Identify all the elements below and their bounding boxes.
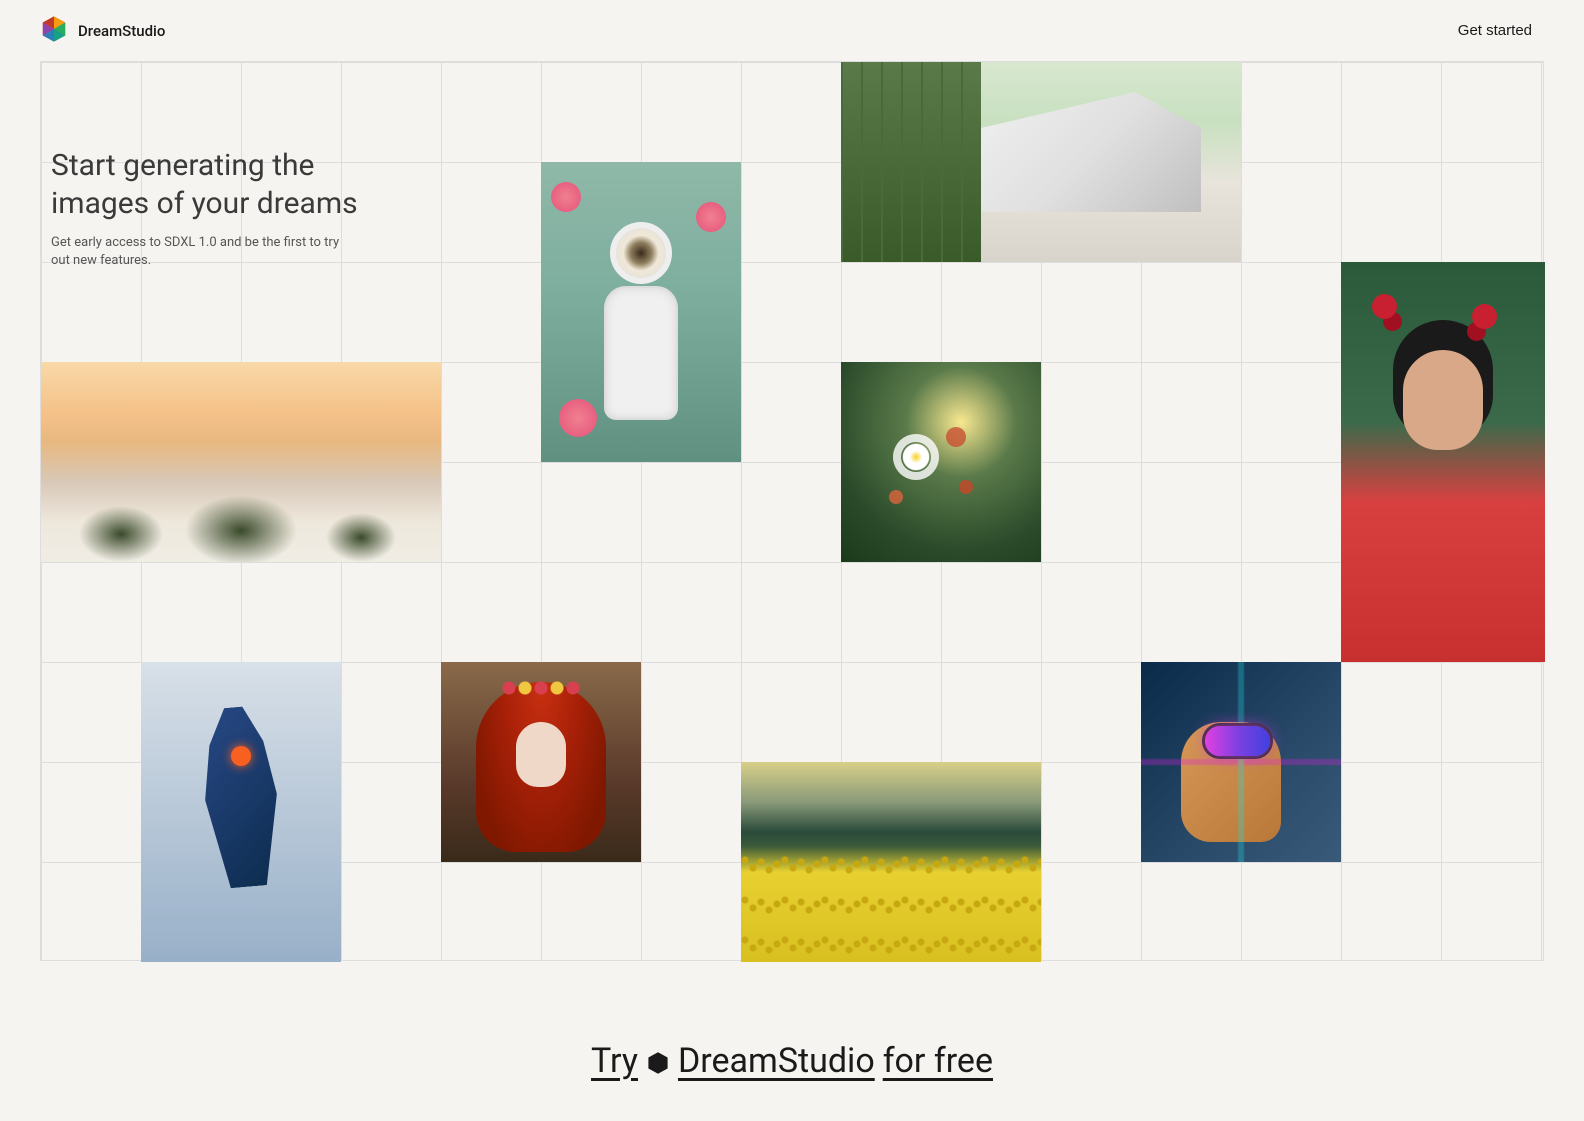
rose-decoration bbox=[559, 399, 597, 437]
hexagon-icon bbox=[646, 1041, 670, 1081]
cta-section: Try DreamStudio for free bbox=[0, 961, 1584, 1121]
cta-suffix: for free bbox=[883, 1041, 993, 1081]
neon-background bbox=[1141, 662, 1341, 862]
hero-text-block: Start generating the images of your drea… bbox=[51, 147, 401, 270]
rose-decoration bbox=[551, 182, 581, 212]
logo-icon bbox=[40, 15, 68, 47]
gallery-tile-scifi-robot[interactable] bbox=[141, 662, 341, 962]
header: DreamStudio Get started bbox=[0, 0, 1584, 61]
brand-name: DreamStudio bbox=[78, 22, 165, 40]
gallery-tile-yellow-field[interactable] bbox=[741, 762, 1041, 962]
flower-crown-decoration bbox=[501, 678, 581, 698]
hero-title: Start generating the images of your drea… bbox=[51, 147, 401, 222]
try-free-link[interactable]: Try DreamStudio for free bbox=[591, 1041, 993, 1081]
gallery-tile-astronaut-roses[interactable] bbox=[541, 162, 741, 462]
gallery-tile-beach-sunset[interactable] bbox=[41, 362, 441, 562]
cta-brand: DreamStudio bbox=[678, 1041, 875, 1081]
gallery-tile-modern-house[interactable] bbox=[841, 62, 1241, 262]
hero-subtitle: Get early access to SDXL 1.0 and be the … bbox=[51, 234, 361, 270]
rose-decoration bbox=[696, 202, 726, 232]
gallery-tile-dog-vr[interactable] bbox=[1141, 662, 1341, 862]
gallery-tile-redhair-woman[interactable] bbox=[441, 662, 641, 862]
gallery-canvas: Start generating the images of your drea… bbox=[40, 61, 1544, 961]
get-started-button[interactable]: Get started bbox=[1446, 14, 1544, 47]
gallery-tile-frida-portrait[interactable] bbox=[1341, 262, 1545, 662]
cta-prefix: Try bbox=[591, 1041, 638, 1081]
brand-logo-group[interactable]: DreamStudio bbox=[40, 15, 165, 47]
gallery-tile-wildflowers[interactable] bbox=[841, 362, 1041, 562]
